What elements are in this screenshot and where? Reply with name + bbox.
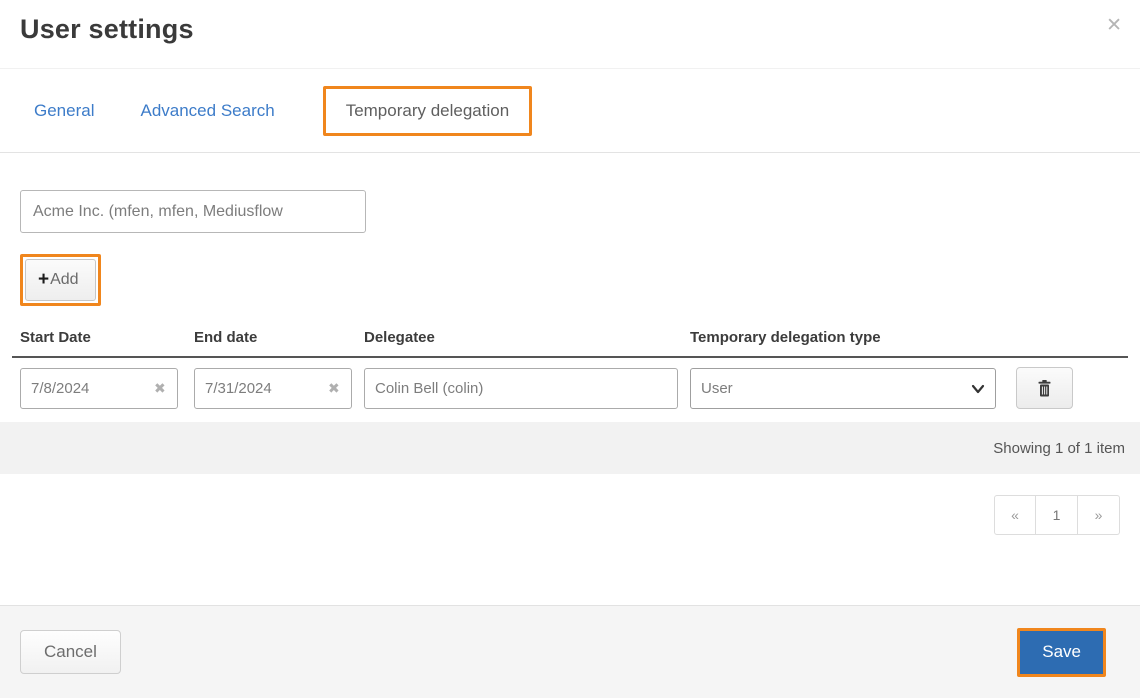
table-summary-text: Showing 1 of 1 item — [993, 440, 1125, 457]
annotation-box-add: +Add — [20, 254, 101, 306]
clear-end-date-icon[interactable]: ✖ — [328, 380, 340, 397]
add-button-label: Add — [50, 271, 78, 289]
pagination-page-1-button[interactable]: 1 — [1036, 495, 1078, 535]
pagination-next-button[interactable]: » — [1078, 495, 1120, 535]
delegation-type-value: User — [701, 380, 733, 397]
delegatee-input[interactable] — [364, 368, 678, 409]
dialog-body: +Add Start Date End date Delegatee Tempo… — [0, 153, 1140, 535]
delete-row-button[interactable] — [1016, 367, 1073, 409]
column-header-start-date: Start Date — [20, 329, 194, 346]
column-header-delegation-type: Temporary delegation type — [690, 329, 998, 346]
annotation-box-temporary-delegation: Temporary delegation — [323, 86, 532, 136]
annotation-box-save: Save — [1017, 628, 1106, 677]
chevron-down-icon — [971, 382, 985, 396]
company-input[interactable] — [20, 190, 366, 233]
table-header-row: Start Date End date Delegatee Temporary … — [20, 323, 1120, 356]
add-button[interactable]: +Add — [25, 259, 96, 301]
column-header-end-date: End date — [194, 329, 364, 346]
user-settings-dialog: User settings ✕ General Advanced Search … — [0, 0, 1140, 698]
tab-general[interactable]: General — [20, 91, 108, 131]
close-icon[interactable]: ✕ — [1106, 16, 1122, 35]
table-row: ✖ ✖ User — [20, 358, 1120, 418]
cancel-button[interactable]: Cancel — [20, 630, 121, 674]
delegation-type-select[interactable]: User — [690, 368, 996, 409]
column-header-delegatee: Delegatee — [364, 329, 690, 346]
column-header-actions — [998, 329, 1120, 346]
dialog-header: User settings ✕ — [0, 0, 1140, 69]
clear-start-date-icon[interactable]: ✖ — [154, 380, 166, 397]
tab-bar: General Advanced Search Temporary delega… — [0, 69, 1140, 153]
delegation-table: Start Date End date Delegatee Temporary … — [20, 323, 1120, 474]
pagination-prev-button[interactable]: « — [994, 495, 1036, 535]
trash-icon — [1036, 379, 1053, 398]
pagination: « 1 » — [20, 495, 1120, 535]
dialog-footer: Cancel Save — [0, 605, 1140, 698]
tab-advanced-search[interactable]: Advanced Search — [126, 91, 288, 131]
table-summary-band: Showing 1 of 1 item — [0, 422, 1140, 474]
tab-temporary-delegation[interactable]: Temporary delegation — [346, 101, 509, 121]
plus-icon: + — [38, 269, 49, 291]
save-button[interactable]: Save — [1020, 631, 1103, 674]
dialog-title: User settings — [20, 14, 1120, 45]
